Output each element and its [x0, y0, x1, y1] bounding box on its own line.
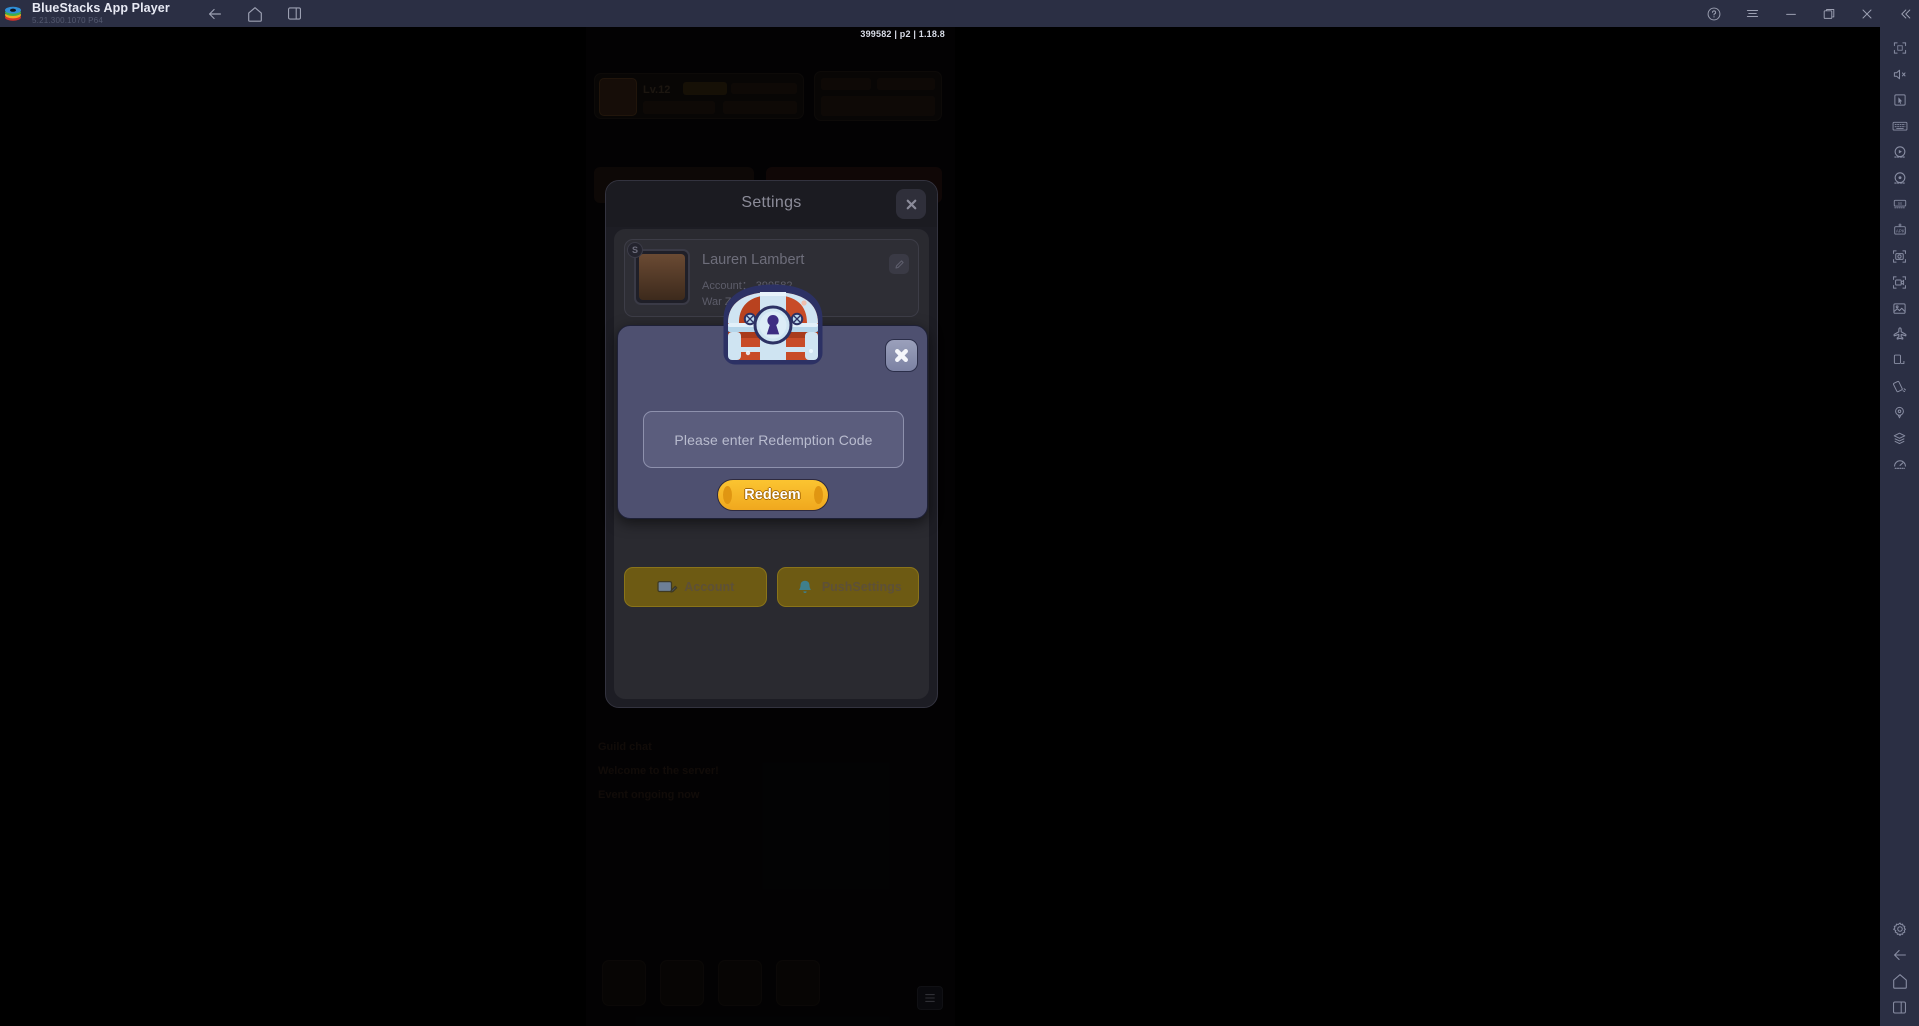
- keyboard-controls-icon[interactable]: [1880, 113, 1919, 139]
- location-icon[interactable]: [1880, 399, 1919, 425]
- redeem-button[interactable]: Redeem: [716, 479, 829, 511]
- svg-text:APK: APK: [1895, 229, 1904, 234]
- close-icon[interactable]: [1859, 6, 1875, 22]
- app-title: BlueStacks App Player: [32, 1, 170, 16]
- recent-apps-icon[interactable]: [286, 5, 303, 22]
- multi-instance-icon[interactable]: M: [1880, 191, 1919, 217]
- settings-action-row: Account PushSettings: [624, 567, 919, 607]
- sidebar-recent-apps-icon[interactable]: [1880, 994, 1919, 1020]
- home-icon[interactable]: [246, 5, 264, 23]
- game-viewport: Lv.12 Guild chat Welcome to the server! …: [586, 27, 955, 1026]
- settings-title: Settings: [741, 194, 802, 211]
- avatar[interactable]: [634, 249, 690, 305]
- avatar-badge-icon: S: [627, 242, 643, 258]
- app-root: BlueStacks App Player 5.21.300.1070 P64: [0, 0, 1919, 1026]
- window-controls: [1706, 0, 1913, 27]
- record-screen-icon[interactable]: [1880, 269, 1919, 295]
- mute-icon[interactable]: [1880, 61, 1919, 87]
- minimize-icon[interactable]: [1783, 6, 1799, 22]
- title-block: BlueStacks App Player 5.21.300.1070 P64: [32, 2, 170, 25]
- performance-icon[interactable]: [1880, 451, 1919, 477]
- media-manager-icon[interactable]: [1880, 295, 1919, 321]
- macro-recorder-icon[interactable]: [1880, 139, 1919, 165]
- collapse-sidebar-icon[interactable]: [1897, 6, 1913, 22]
- tilt-icon[interactable]: [1880, 373, 1919, 399]
- app-version: 5.21.300.1070 P64: [32, 15, 104, 25]
- settings-close-button[interactable]: [896, 189, 926, 219]
- player-name: Lauren Lambert: [702, 252, 805, 268]
- install-apk-icon[interactable]: APK: [1880, 217, 1919, 243]
- account-button[interactable]: Account: [624, 567, 767, 607]
- redeem-button-label: Redeem: [744, 487, 801, 503]
- push-settings-button[interactable]: PushSettings: [776, 567, 919, 607]
- airplane-icon[interactable]: [1880, 321, 1919, 347]
- account-card-icon: [656, 578, 678, 596]
- back-icon[interactable]: [206, 5, 224, 23]
- svg-text:M: M: [1898, 201, 1902, 206]
- layers-icon[interactable]: [1880, 425, 1919, 451]
- game-status-bar: 399582 | p2 | 1.18.8: [860, 29, 945, 39]
- sidebar-back-icon[interactable]: [1880, 942, 1919, 968]
- bluestacks-logo-icon: [0, 0, 26, 27]
- sidebar-home-icon[interactable]: [1880, 968, 1919, 994]
- screenshot-icon[interactable]: [1880, 243, 1919, 269]
- cursor-icon[interactable]: [1880, 87, 1919, 113]
- menu-icon[interactable]: [1744, 5, 1761, 22]
- gear-icon[interactable]: [1880, 916, 1919, 942]
- title-bar: BlueStacks App Player 5.21.300.1070 P64: [0, 0, 1919, 27]
- titlebar-nav-group: [206, 5, 303, 23]
- account-button-label: Account: [684, 580, 735, 594]
- settings-header: Settings: [606, 181, 937, 227]
- redemption-close-button[interactable]: [885, 339, 918, 372]
- redemption-code-placeholder: Please enter Redemption Code: [674, 431, 873, 448]
- redemption-code-input[interactable]: Please enter Redemption Code: [643, 411, 904, 468]
- rotate-screen-icon[interactable]: [1880, 347, 1919, 373]
- script-icon[interactable]: [1880, 165, 1919, 191]
- avatar-image: [639, 254, 685, 300]
- redemption-dialog: Please enter Redemption Code Redeem: [617, 284, 928, 519]
- fullscreen-icon[interactable]: [1880, 35, 1919, 61]
- edit-icon[interactable]: [889, 254, 909, 274]
- treasure-chest-icon: [712, 279, 834, 371]
- bell-icon: [794, 578, 816, 596]
- help-icon[interactable]: [1706, 6, 1722, 22]
- push-settings-button-label: PushSettings: [821, 580, 902, 594]
- bluestacks-sidebar: M APK: [1880, 27, 1919, 1026]
- maximize-icon[interactable]: [1821, 6, 1837, 22]
